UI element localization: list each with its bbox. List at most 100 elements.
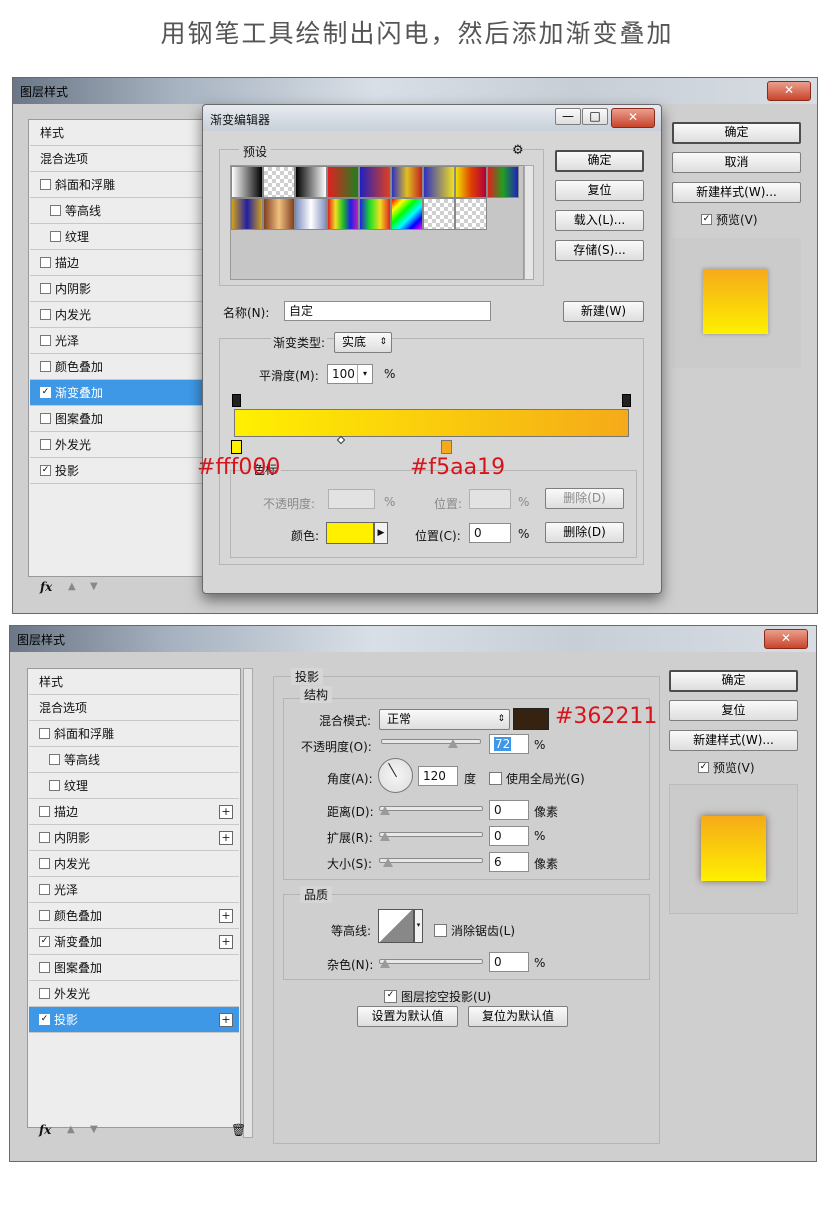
style-list-item[interactable]: ✓ 渐变叠加 bbox=[30, 380, 216, 406]
opacity-input[interactable]: 72 bbox=[489, 734, 529, 754]
list-scrollbar[interactable] bbox=[243, 668, 253, 1138]
distance-slider-thumb[interactable] bbox=[380, 806, 390, 815]
ok-button[interactable]: 确定 bbox=[669, 670, 798, 692]
style-list-item[interactable]: 光泽 bbox=[30, 328, 216, 354]
distance-input[interactable]: 0 bbox=[489, 800, 529, 820]
gradient-preset-swatch[interactable] bbox=[327, 198, 359, 230]
style-list-item[interactable]: 斜面和浮雕 bbox=[30, 172, 216, 198]
checkbox-icon[interactable] bbox=[40, 257, 51, 268]
color-stop-left[interactable] bbox=[231, 440, 242, 454]
ok-button[interactable]: 确定 bbox=[555, 150, 644, 172]
move-down-icon[interactable]: ▼ bbox=[90, 581, 98, 592]
add-effect-icon[interactable]: + bbox=[219, 935, 233, 949]
checked-checkbox-icon[interactable]: ✓ bbox=[39, 1014, 50, 1025]
gradient-preset-swatch[interactable] bbox=[423, 198, 455, 230]
checkbox-icon[interactable] bbox=[39, 910, 50, 921]
trash-icon[interactable]: 🗑 bbox=[231, 1123, 246, 1137]
noise-slider[interactable] bbox=[379, 959, 483, 964]
checkbox-icon[interactable] bbox=[40, 179, 51, 190]
checkbox-icon[interactable] bbox=[49, 754, 60, 765]
gradient-preset-swatch[interactable] bbox=[359, 166, 391, 198]
close-button[interactable]: ✕ bbox=[611, 108, 655, 128]
gradient-preset-swatch[interactable] bbox=[263, 166, 295, 198]
style-list-item[interactable]: 内发光 bbox=[29, 851, 239, 877]
color-swatch[interactable] bbox=[326, 522, 374, 544]
style-list-item[interactable]: 纹理 bbox=[30, 224, 216, 250]
noise-slider-thumb[interactable] bbox=[380, 959, 390, 968]
preview-checkbox[interactable]: ✓ 预览(V) bbox=[701, 211, 758, 228]
cancel-button[interactable]: 取消 bbox=[672, 152, 801, 173]
checkbox-icon[interactable] bbox=[39, 728, 50, 739]
color-stop-right[interactable] bbox=[441, 440, 452, 454]
style-list-item[interactable]: 内阴影 bbox=[30, 276, 216, 302]
style-list-item[interactable]: 描边 bbox=[30, 250, 216, 276]
gradient-preset-swatch[interactable] bbox=[263, 198, 295, 230]
blend-mode-select[interactable]: 正常 ⇕ bbox=[379, 709, 510, 730]
fx-icon[interactable]: fx bbox=[40, 580, 52, 594]
checkbox-icon[interactable] bbox=[39, 806, 50, 817]
checked-checkbox-icon[interactable]: ✓ bbox=[40, 387, 51, 398]
reset-default-button[interactable]: 复位为默认值 bbox=[468, 1006, 568, 1027]
close-button[interactable]: ✕ bbox=[767, 81, 811, 101]
color-menu-arrow-icon[interactable]: ▶ bbox=[374, 522, 388, 544]
preview-checkbox[interactable]: ✓ 预览(V) bbox=[698, 759, 755, 776]
distance-slider[interactable] bbox=[379, 806, 483, 811]
style-list-item[interactable]: 颜色叠加 bbox=[30, 354, 216, 380]
move-down-icon[interactable]: ▼ bbox=[90, 1124, 98, 1135]
style-list-item[interactable]: 斜面和浮雕 bbox=[29, 721, 239, 747]
size-input[interactable]: 6 bbox=[489, 852, 529, 872]
gradient-preset-swatch[interactable] bbox=[487, 166, 519, 198]
style-list-item[interactable]: 样式 bbox=[29, 669, 239, 695]
checked-checkbox-icon[interactable]: ✓ bbox=[40, 465, 51, 476]
checkbox-icon[interactable] bbox=[39, 962, 50, 973]
close-button[interactable]: ✕ bbox=[764, 629, 808, 649]
knockout-checkbox[interactable]: ✓ 图层挖空投影(U) bbox=[384, 988, 491, 1005]
gear-icon[interactable]: ⚙ bbox=[512, 143, 524, 158]
style-list-item[interactable]: ✓ 渐变叠加 + bbox=[29, 929, 239, 955]
spread-input[interactable]: 0 bbox=[489, 826, 529, 846]
delete-color-stop-button[interactable]: 删除(D) bbox=[545, 522, 624, 543]
gradient-preset-swatch[interactable] bbox=[423, 166, 455, 198]
style-list-item[interactable]: ✓ 投影 + bbox=[29, 1007, 239, 1033]
gradient-preset-swatch[interactable] bbox=[295, 166, 327, 198]
contour-dropdown-arrow-icon[interactable]: ▾ bbox=[414, 909, 423, 943]
set-default-button[interactable]: 设置为默认值 bbox=[357, 1006, 458, 1027]
checkbox-icon[interactable] bbox=[50, 205, 61, 216]
checked-checkbox-icon[interactable]: ✓ bbox=[39, 936, 50, 947]
style-list-item[interactable]: 纹理 bbox=[29, 773, 239, 799]
spread-slider-thumb[interactable] bbox=[380, 832, 390, 841]
style-list-item[interactable]: 混合选项 bbox=[29, 695, 239, 721]
spread-slider[interactable] bbox=[379, 832, 483, 837]
global-light-checkbox[interactable]: 使用全局光(G) bbox=[489, 770, 585, 787]
reset-button[interactable]: 复位 bbox=[555, 180, 644, 201]
new-style-button[interactable]: 新建样式(W)... bbox=[672, 182, 801, 203]
add-effect-icon[interactable]: + bbox=[219, 805, 233, 819]
style-list-item[interactable]: ✓ 投影 bbox=[30, 458, 216, 484]
gradient-type-select[interactable]: 实底 ⇕ bbox=[334, 332, 392, 353]
minimize-button[interactable]: — bbox=[555, 108, 581, 125]
gradient-preset-swatch[interactable] bbox=[391, 198, 423, 230]
style-list-item[interactable]: 光泽 bbox=[29, 877, 239, 903]
move-up-icon[interactable]: ▲ bbox=[67, 1124, 75, 1135]
smoothness-input[interactable]: 100 ▾ bbox=[327, 364, 373, 384]
checkbox-icon[interactable] bbox=[40, 439, 51, 450]
new-style-button[interactable]: 新建样式(W)... bbox=[669, 730, 798, 751]
checkbox-icon[interactable] bbox=[40, 283, 51, 294]
presets-scrollbar[interactable] bbox=[524, 165, 534, 280]
gradient-preset-swatch[interactable] bbox=[391, 166, 423, 198]
gradient-preset-swatch[interactable] bbox=[231, 198, 263, 230]
checkbox-icon[interactable] bbox=[40, 413, 51, 424]
style-list-item[interactable]: 外发光 bbox=[30, 432, 216, 458]
name-input[interactable]: 自定 bbox=[284, 301, 491, 321]
style-list-item[interactable]: 内阴影 + bbox=[29, 825, 239, 851]
style-list-item[interactable]: 内发光 bbox=[30, 302, 216, 328]
checkbox-icon[interactable] bbox=[40, 361, 51, 372]
style-list-item[interactable]: 颜色叠加 + bbox=[29, 903, 239, 929]
gradient-bar[interactable] bbox=[234, 409, 629, 437]
color-location-input[interactable]: 0 bbox=[469, 523, 511, 543]
style-list-item[interactable]: 图案叠加 bbox=[29, 955, 239, 981]
shadow-color-swatch[interactable] bbox=[513, 708, 549, 730]
size-slider[interactable] bbox=[379, 858, 483, 863]
gradient-preset-swatch[interactable] bbox=[455, 198, 487, 230]
gradient-preset-swatch[interactable] bbox=[359, 198, 391, 230]
